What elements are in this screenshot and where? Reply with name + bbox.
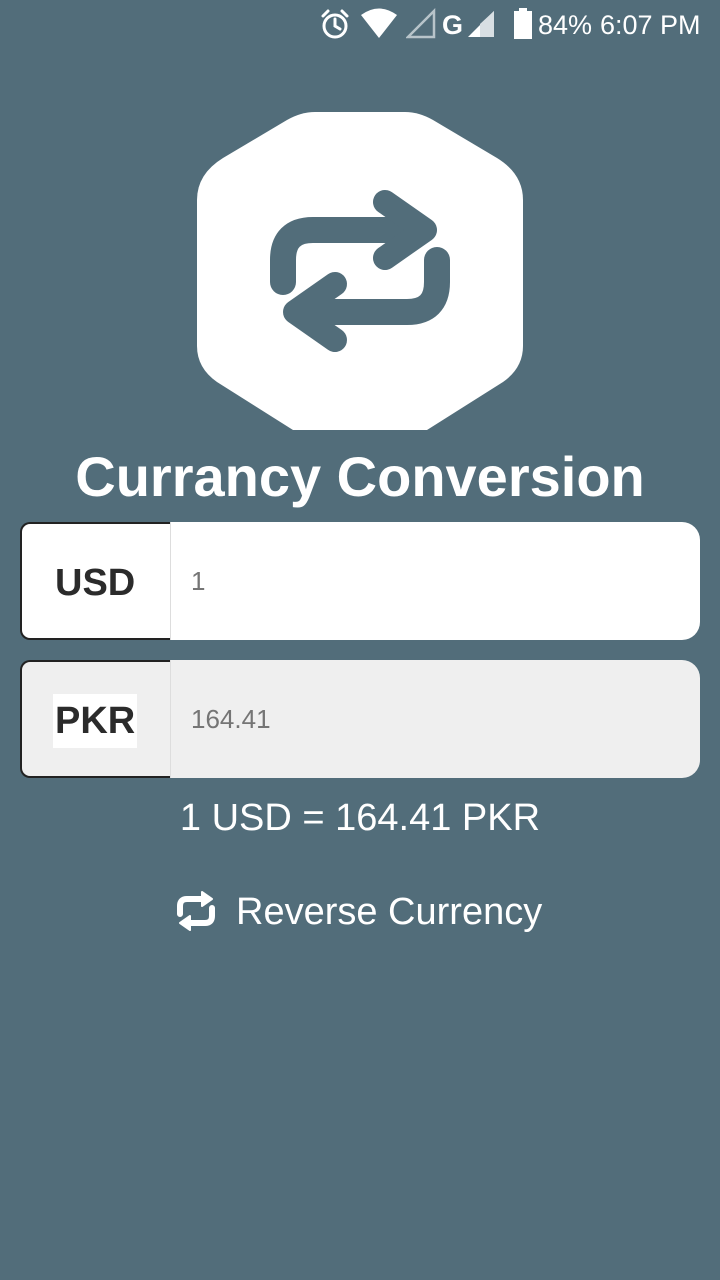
network-type: G [442, 10, 464, 40]
from-currency-selector[interactable]: USD [20, 522, 170, 640]
page-title: Currancy Conversion [75, 445, 645, 508]
converted-value: 164.41 [191, 704, 271, 734]
exchange-rate-text: 1 USD = 164.41 PKR [179, 797, 541, 839]
wifi-icon [361, 8, 397, 38]
repeat-icon [177, 891, 215, 931]
to-currency-selector[interactable]: PKR [20, 660, 170, 778]
swap-arrows-icon [197, 112, 523, 430]
alarm-icon [321, 9, 349, 39]
signal-empty-icon [406, 8, 436, 39]
amount-input[interactable]: 1 [170, 522, 700, 640]
converted-output: 164.41 [170, 660, 700, 778]
from-currency-row: USD 1 [20, 522, 700, 640]
from-currency-code: USD [55, 562, 136, 604]
battery-percent: 84% [538, 10, 593, 40]
to-currency-code: PKR [53, 694, 138, 748]
battery-icon [514, 8, 532, 39]
status-bar: G 84% 6:07 PM [0, 0, 720, 50]
to-currency-row: PKR 164.41 [20, 660, 700, 778]
reverse-currency-label: Reverse Currency [236, 891, 543, 933]
amount-value: 1 [191, 566, 206, 596]
reverse-currency-button[interactable]: Reverse Currency [170, 878, 560, 946]
clock: 6:07 PM [600, 10, 701, 40]
signal-icon [468, 11, 494, 37]
